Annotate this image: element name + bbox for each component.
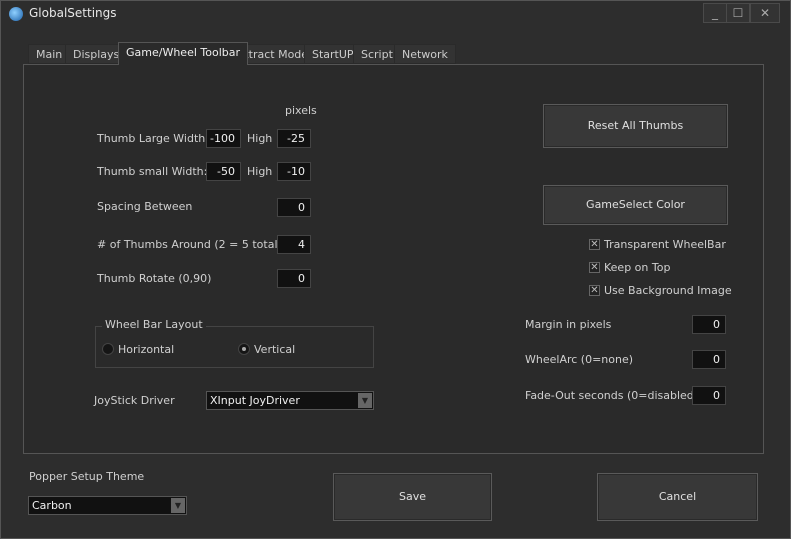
- wheel-bar-layout-label: Wheel Bar Layout: [102, 318, 206, 331]
- joystick-driver-label: JoyStick Driver: [94, 394, 175, 407]
- use-background-image-checkbox[interactable]: ✕: [589, 285, 600, 296]
- reset-all-thumbs-button[interactable]: Reset All Thumbs: [543, 104, 728, 148]
- thumb-small-width-input[interactable]: -50: [206, 162, 241, 181]
- margin-label: Margin in pixels: [525, 318, 612, 331]
- app-icon: [9, 7, 23, 21]
- transparent-wheelbar-label[interactable]: Transparent WheelBar: [604, 238, 726, 251]
- save-button[interactable]: Save: [333, 473, 492, 521]
- cancel-button[interactable]: Cancel: [597, 473, 758, 521]
- thumb-small-high-input[interactable]: -10: [277, 162, 311, 181]
- keep-on-top-label[interactable]: Keep on Top: [604, 261, 670, 274]
- high-label-small: High: [247, 165, 273, 178]
- global-settings-window: GlobalSettings _ ☐ ✕ Main Displays Game/…: [0, 0, 791, 539]
- keep-on-top-checkbox[interactable]: ✕: [589, 262, 600, 273]
- theme-value: Carbon: [32, 499, 72, 512]
- tab-main[interactable]: Main: [28, 44, 71, 64]
- thumb-small-label: Thumb small Width:: [97, 165, 208, 178]
- minimize-button[interactable]: _: [703, 3, 727, 23]
- spacing-input[interactable]: 0: [277, 198, 311, 217]
- wheelarc-input[interactable]: 0: [692, 350, 726, 369]
- joystick-driver-select[interactable]: XInput JoyDriver ▼: [206, 391, 374, 410]
- thumb-large-width-input[interactable]: -100: [206, 129, 241, 148]
- window-title: GlobalSettings: [29, 6, 117, 20]
- high-label: High: [247, 132, 273, 145]
- fadeout-input[interactable]: 0: [692, 386, 726, 405]
- transparent-wheelbar-checkbox[interactable]: ✕: [589, 239, 600, 250]
- horizontal-label[interactable]: Horizontal: [118, 343, 174, 356]
- vertical-label[interactable]: Vertical: [254, 343, 295, 356]
- maximize-button[interactable]: ☐: [726, 3, 750, 23]
- close-button[interactable]: ✕: [750, 3, 780, 23]
- thumb-large-label: Thumb Large Width:: [97, 132, 209, 145]
- margin-input[interactable]: 0: [692, 315, 726, 334]
- vertical-radio[interactable]: [238, 343, 250, 355]
- joystick-driver-value: XInput JoyDriver: [210, 394, 300, 407]
- thumb-large-high-input[interactable]: -25: [277, 129, 311, 148]
- use-background-image-label[interactable]: Use Background Image: [604, 284, 732, 297]
- spacing-label: Spacing Between: [97, 200, 193, 213]
- horizontal-radio[interactable]: [102, 343, 114, 355]
- thumbs-around-label: # of Thumbs Around (2 = 5 total): [97, 238, 282, 251]
- chevron-down-icon[interactable]: ▼: [358, 393, 372, 408]
- gameselect-color-button[interactable]: GameSelect Color: [543, 185, 728, 225]
- theme-label: Popper Setup Theme: [29, 470, 145, 483]
- thumbs-around-input[interactable]: 4: [277, 235, 311, 254]
- rotate-input[interactable]: 0: [277, 269, 311, 288]
- pixels-label: pixels: [285, 104, 317, 117]
- wheelarc-label: WheelArc (0=none): [525, 353, 634, 366]
- tab-game-wheel-toolbar[interactable]: Game/Wheel Toolbar: [118, 42, 249, 65]
- fadeout-label: Fade-Out seconds (0=disabled): [525, 389, 699, 402]
- theme-select[interactable]: Carbon ▼: [28, 496, 187, 515]
- chevron-down-icon[interactable]: ▼: [171, 498, 185, 513]
- tab-network[interactable]: Network: [394, 44, 456, 64]
- rotate-label: Thumb Rotate (0,90): [97, 272, 212, 285]
